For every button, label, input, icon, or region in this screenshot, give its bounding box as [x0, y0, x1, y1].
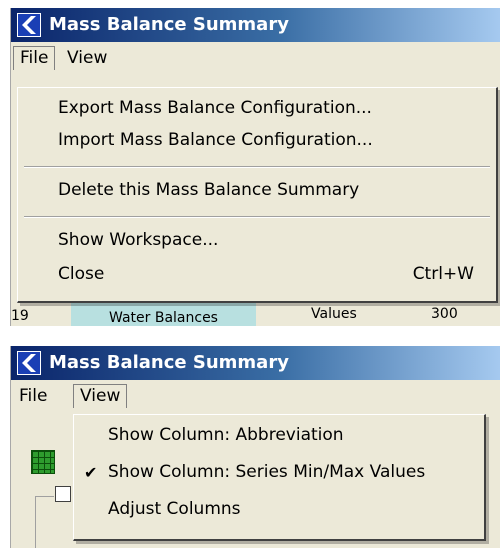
menu-item-close[interactable]: Close Ctrl+W	[18, 258, 496, 290]
app-logo-icon	[17, 351, 41, 375]
menu-item-adjust-columns[interactable]: Adjust Columns	[74, 493, 484, 526]
window-title: Mass Balance Summary	[49, 352, 289, 373]
group-box-border	[35, 496, 54, 548]
menu-separator	[24, 166, 490, 168]
menu-item-show-abbreviation[interactable]: Show Column: Abbreviation	[74, 419, 484, 452]
menu-item-show-minmax[interactable]: ✔ Show Column: Series Min/Max Values	[74, 456, 484, 489]
menu-item-show-workspace[interactable]: Show Workspace...	[18, 224, 496, 256]
title-bar[interactable]: Mass Balance Summary	[11, 8, 500, 42]
menu-file[interactable]: File	[13, 384, 53, 408]
row-count-cell: 300	[431, 306, 458, 322]
window-file-menu-state: Mass Balance Summary 19 Water Balances V…	[10, 8, 500, 326]
checkmark-icon: ✔	[84, 463, 98, 482]
show-minmax-label: Show Column: Series Min/Max Values	[108, 462, 426, 482]
app-logo-icon	[17, 13, 41, 37]
view-menu-dropdown: Show Column: Abbreviation ✔ Show Column:…	[73, 414, 486, 541]
menu-bar: File View	[11, 380, 500, 412]
window-title: Mass Balance Summary	[49, 14, 289, 35]
menu-item-delete-summary[interactable]: Delete this Mass Balance Summary	[18, 174, 496, 206]
file-menu-dropdown: Export Mass Balance Configuration... Imp…	[17, 87, 498, 303]
close-shortcut: Ctrl+W	[412, 264, 474, 284]
menu-item-export-config[interactable]: Export Mass Balance Configuration...	[18, 92, 496, 124]
menu-view[interactable]: View	[73, 384, 128, 408]
menu-view[interactable]: View	[61, 46, 113, 70]
menu-separator	[24, 216, 490, 218]
title-bar[interactable]: Mass Balance Summary	[11, 346, 500, 380]
row-values-cell: Values	[311, 306, 357, 322]
background-checkbox[interactable]	[55, 486, 71, 502]
menu-item-import-config[interactable]: Import Mass Balance Configuration...	[18, 124, 496, 156]
menu-file[interactable]: File	[13, 46, 56, 70]
menu-item-close-label: Close	[58, 264, 105, 284]
row-name-cell: Water Balances	[71, 302, 256, 326]
menu-bar: File View	[11, 42, 500, 74]
show-abbreviation-label: Show Column: Abbreviation	[108, 425, 344, 445]
row-number: 19	[11, 308, 29, 324]
adjust-columns-label: Adjust Columns	[108, 499, 241, 519]
window-view-menu-state: Mass Balance Summary File View Show Colu…	[10, 346, 500, 548]
spreadsheet-icon[interactable]	[31, 450, 55, 474]
